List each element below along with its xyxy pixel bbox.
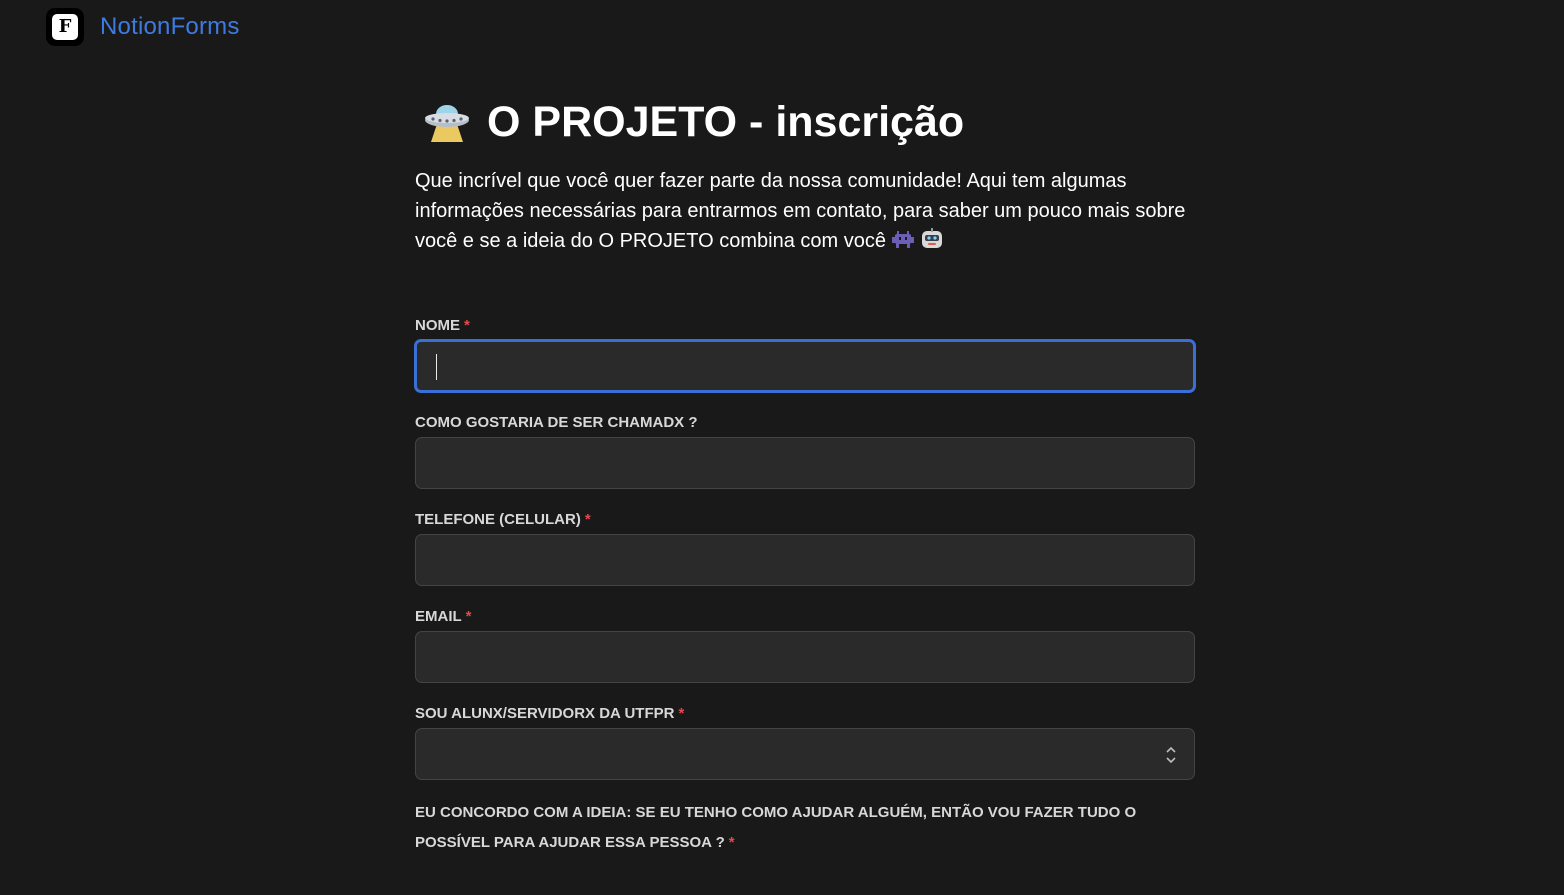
select-chevrons-icon [1164, 744, 1178, 766]
field-utfpr: SOU ALUNX/SERVIDORX DA UTFPR * [415, 704, 1195, 801]
utfpr-select[interactable] [415, 728, 1195, 780]
email-input[interactable] [415, 631, 1195, 683]
notionforms-logo[interactable]: F [46, 8, 84, 46]
field-label: TELEFONE (CELULAR) * [415, 510, 1195, 530]
field-label: SOU ALUNX/SERVIDORX DA UTFPR * [415, 704, 1195, 724]
label-text: EU CONCORDO COM A IDEIA: SE EU TENHO COM… [415, 804, 1137, 851]
description-text: Que incrível que você quer fazer parte d… [415, 170, 1186, 252]
field-label: EMAIL * [415, 607, 1195, 627]
field-telefone: TELEFONE (CELULAR) * [415, 510, 1195, 607]
title-row: O PROJETO - inscrição [423, 90, 1195, 154]
label-text: SOU ALUNX/SERVIDORX DA UTFPR [415, 705, 675, 722]
robot-icon [920, 228, 944, 259]
field-apelido: COMO GOSTARIA DE SER CHAMADX ? [415, 413, 1195, 510]
page-description: Que incrível que você quer fazer parte d… [415, 166, 1195, 259]
telefone-input[interactable] [415, 534, 1195, 586]
field-email: EMAIL * [415, 607, 1195, 704]
required-asterisk: * [465, 608, 472, 625]
field-concordo: EU CONCORDO COM A IDEIA: SE EU TENHO COM… [415, 798, 1195, 895]
label-text: EMAIL [415, 608, 462, 625]
field-nome: NOME * [414, 316, 1196, 413]
header: F NotionForms [46, 8, 240, 46]
text-caret [436, 354, 437, 380]
field-label: COMO GOSTARIA DE SER CHAMADX ? [415, 413, 1195, 433]
alien-monster-icon [891, 229, 914, 259]
label-text: COMO GOSTARIA DE SER CHAMADX ? [415, 414, 698, 431]
field-label: EU CONCORDO COM A IDEIA: SE EU TENHO COM… [415, 798, 1195, 858]
signup-form: NOME * COMO GOSTARIA DE SER CHAMADX ? TEL… [414, 316, 1196, 895]
page-title: O PROJETO - inscrição [487, 97, 965, 146]
field-label: NOME * [415, 316, 1195, 336]
required-asterisk: * [464, 317, 470, 334]
label-text: TELEFONE (CELULAR) [415, 511, 581, 528]
required-asterisk: * [584, 511, 591, 528]
apelido-input[interactable] [415, 437, 1195, 489]
brand-name[interactable]: NotionForms [100, 13, 240, 41]
required-asterisk: * [728, 834, 735, 851]
form-container: O PROJETO - inscrição Que incrível que v… [414, 90, 1196, 851]
ufo-icon [423, 100, 471, 144]
nome-input[interactable] [414, 339, 1196, 393]
logo-letter: F [52, 14, 78, 40]
label-text: NOME [415, 317, 460, 334]
required-asterisk: * [678, 705, 685, 722]
